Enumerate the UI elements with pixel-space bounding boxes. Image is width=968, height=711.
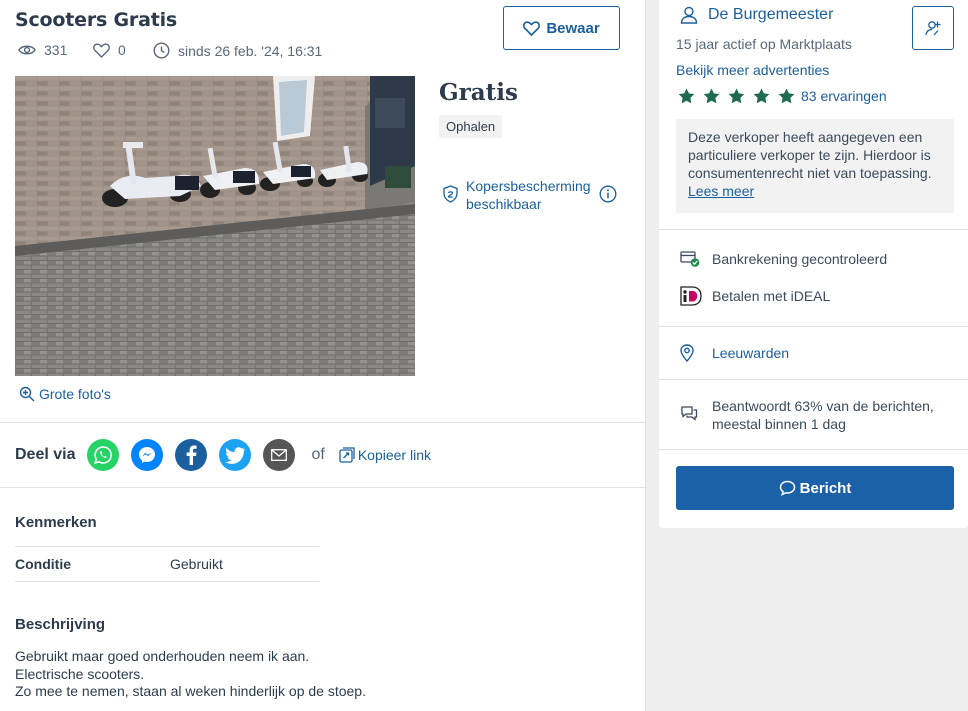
star-icon bbox=[778, 88, 795, 104]
star-icon bbox=[728, 88, 745, 104]
notice-text: Deze verkoper heeft aangegeven een parti… bbox=[688, 129, 932, 181]
response-rate-line: Beantwoordt 63% van de berichten, bbox=[712, 398, 934, 414]
feature-value: Gebruikt bbox=[170, 556, 223, 572]
description-text: Gebruikt maar goed onderhouden neem ik a… bbox=[15, 648, 366, 701]
share-label: Deel via bbox=[15, 446, 76, 463]
feature-key: Conditie bbox=[15, 556, 71, 572]
divider bbox=[659, 229, 968, 230]
info-icon[interactable] bbox=[599, 185, 617, 208]
since-stat: sinds 26 feb. '24, 16:31 bbox=[153, 42, 322, 59]
ideal-payment: Betalen met iDEAL bbox=[680, 286, 830, 306]
copy-link-label: Kopieer link bbox=[357, 447, 431, 463]
location-link[interactable]: Leeuwarden bbox=[680, 344, 789, 362]
whatsapp-share-button[interactable] bbox=[87, 439, 120, 471]
seller-rating[interactable]: 83 ervaringen bbox=[678, 88, 887, 104]
bank-verified: Bankrekening gecontroleerd bbox=[680, 250, 887, 268]
bank-verified-label: Bankrekening gecontroleerd bbox=[712, 251, 888, 267]
heart-icon bbox=[523, 20, 541, 36]
price: Gratis bbox=[439, 79, 518, 106]
divider bbox=[659, 379, 968, 380]
heart-icon bbox=[93, 42, 110, 58]
features-heading: Kenmerken bbox=[15, 514, 97, 531]
description-heading: Beschrijving bbox=[15, 616, 106, 633]
views-stat: 331 bbox=[18, 42, 67, 58]
twitter-share-button[interactable] bbox=[219, 439, 252, 471]
twitter-icon bbox=[225, 446, 246, 464]
divider bbox=[0, 422, 645, 423]
favorites-stat: 0 bbox=[93, 42, 126, 58]
description-line: Gebruikt maar goed onderhouden neem ik a… bbox=[15, 648, 310, 664]
star-icon bbox=[703, 88, 720, 104]
location-label: Leeuwarden bbox=[712, 345, 790, 361]
message-button-label: Bericht bbox=[799, 479, 852, 497]
messenger-icon bbox=[139, 447, 156, 463]
location-pin-icon bbox=[680, 344, 694, 362]
shield-icon bbox=[443, 185, 458, 203]
private-seller-notice: Deze verkoper heeft aangegeven een parti… bbox=[676, 119, 954, 213]
response-time-line: meestal binnen 1 dag bbox=[712, 416, 846, 432]
messenger-share-button[interactable] bbox=[131, 439, 164, 471]
divider bbox=[659, 449, 968, 450]
feature-row: Conditie Gebruikt bbox=[15, 546, 319, 582]
star-icon bbox=[753, 88, 770, 104]
views-count: 331 bbox=[44, 42, 68, 58]
clock-icon bbox=[153, 42, 170, 59]
whatsapp-icon bbox=[94, 446, 113, 464]
delivery-badge: Ophalen bbox=[439, 115, 503, 138]
follow-user-icon bbox=[925, 21, 941, 36]
zoom-in-icon bbox=[19, 386, 35, 402]
mail-icon bbox=[271, 449, 288, 461]
ideal-label: Betalen met iDEAL bbox=[712, 288, 831, 304]
ideal-icon bbox=[680, 286, 702, 306]
buyer-protection-label: Kopersbescherming beschikbaar bbox=[466, 178, 591, 212]
read-more-link[interactable]: Lees meer bbox=[688, 183, 754, 199]
save-label: Bewaar bbox=[546, 19, 600, 37]
follow-seller-button[interactable] bbox=[912, 6, 954, 50]
chat-icon bbox=[779, 480, 795, 496]
user-icon bbox=[680, 6, 698, 24]
divider bbox=[0, 487, 645, 488]
message-button[interactable]: Bericht bbox=[676, 466, 954, 510]
copy-link-button[interactable]: Kopieer link bbox=[339, 447, 431, 463]
eye-icon bbox=[18, 45, 36, 55]
description-line: Zo mee te nemen, staan al weken hinderli… bbox=[15, 683, 366, 699]
star-icon bbox=[678, 88, 695, 104]
favorites-count: 0 bbox=[118, 42, 126, 58]
chat-bubbles-icon bbox=[681, 406, 698, 421]
share-or: of bbox=[311, 446, 325, 463]
scooters-photo bbox=[15, 76, 415, 376]
share-bar: Deel via of Kopieer link bbox=[15, 438, 431, 472]
seller-name: De Burgemeester bbox=[708, 6, 834, 23]
facebook-share-button[interactable] bbox=[175, 439, 208, 471]
reviews-link[interactable]: 83 ervaringen bbox=[801, 88, 887, 104]
listing-title: Scooters Gratis bbox=[15, 9, 178, 31]
seller-active-since: 15 jaar actief op Marktplaats bbox=[676, 36, 852, 52]
response-rate: Beantwoordt 63% van de berichten, meesta… bbox=[680, 397, 934, 433]
facebook-icon bbox=[187, 445, 198, 465]
buyer-protection-link[interactable]: Kopersbescherming beschikbaar bbox=[443, 177, 596, 213]
since-date: sinds 26 feb. '24, 16:31 bbox=[178, 42, 323, 59]
seller-name-link[interactable]: De Burgemeester bbox=[680, 6, 833, 24]
divider bbox=[659, 326, 968, 327]
email-share-button[interactable] bbox=[263, 439, 296, 471]
big-photos-link[interactable]: Grote foto's bbox=[19, 386, 111, 402]
save-button[interactable]: Bewaar bbox=[503, 6, 620, 50]
listing-photo[interactable] bbox=[15, 76, 415, 376]
bank-check-icon bbox=[680, 251, 700, 267]
description-line: Electrische scooters. bbox=[15, 665, 145, 682]
more-ads-link[interactable]: Bekijk meer advertenties bbox=[676, 62, 829, 78]
big-photos-label: Grote foto's bbox=[39, 386, 111, 402]
copy-link-icon bbox=[339, 447, 355, 463]
